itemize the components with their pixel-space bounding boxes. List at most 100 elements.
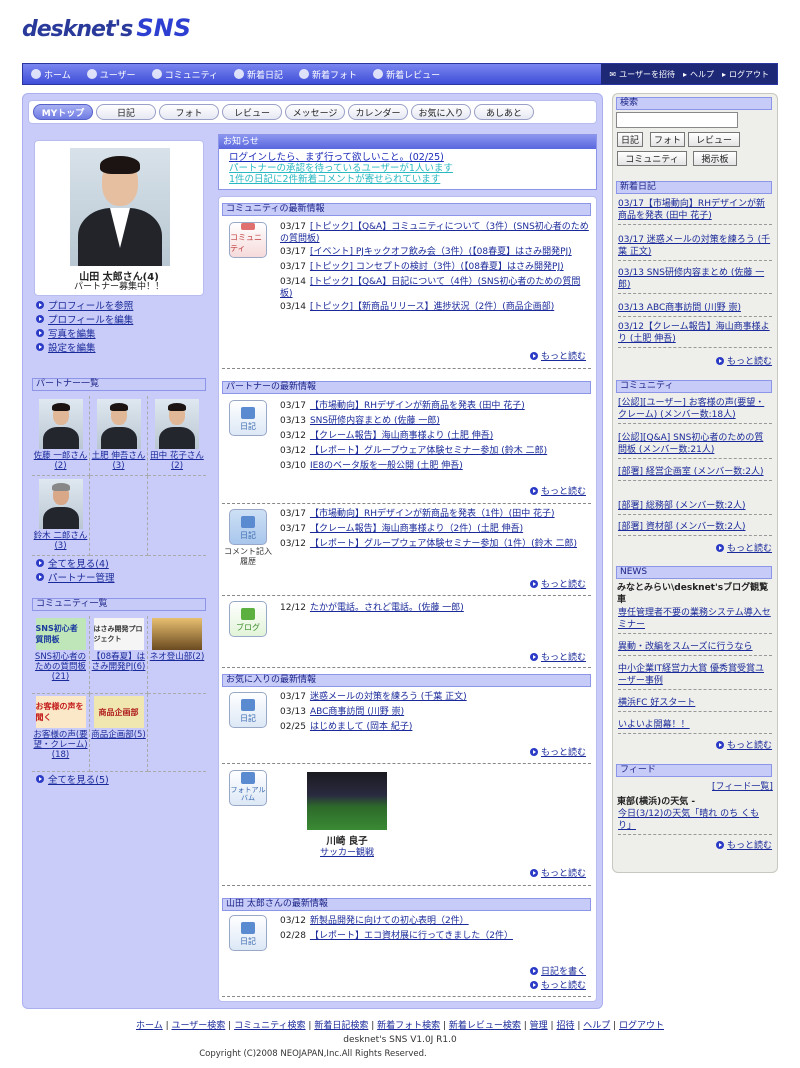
nav-logout[interactable]: ▸ ログアウト (718, 69, 773, 80)
list-item[interactable]: 02/25 はじめまして (岡本 紀子) (280, 720, 590, 735)
list-item[interactable]: 03/13 ABC商事訪問 (川野 崇) (280, 705, 590, 720)
tab-review[interactable]: レビュー (222, 104, 282, 120)
list-item[interactable]: 03/17 [トピック]【Q&A】コミュニティについて（3件）(SNS初心者のため… (280, 220, 590, 245)
list-item[interactable]: 03/12 【レポート】グループウェア体験セミナー参加（1件）(鈴木 二郎) (280, 537, 590, 552)
community-side-item[interactable]: [部署] 資材部 (メンバー数:2人) (618, 521, 772, 536)
search-diary-button[interactable]: 日記 (617, 132, 644, 147)
tab-message[interactable]: メッセージ (285, 104, 345, 120)
more-link[interactable]: もっと読む (716, 354, 772, 367)
list-item[interactable]: 03/17 迷惑メールの対策を練ろう (千葉 正文) (280, 690, 590, 705)
tab-my-top[interactable]: MYトップ (33, 104, 93, 120)
blog-section-icon[interactable]: ブログ (229, 601, 267, 637)
more-link[interactable]: もっと読む (530, 577, 586, 590)
footer-link[interactable]: 新着レビュー検索 (449, 1021, 521, 1031)
search-community-button[interactable]: コミュニティ (617, 151, 687, 166)
comment-history-icon[interactable]: 日記 (229, 509, 267, 545)
new-diary-item[interactable]: 03/17 迷惑メールの対策を練ろう (千葉 正文) (618, 234, 772, 261)
community-item[interactable]: はさみ開発プロジェクト 【08春夏】はさみ開発PJ(6) (90, 616, 148, 694)
list-item[interactable]: 03/12 【クレーム報告】海山商事様より (土肥 伸吾) (280, 429, 590, 444)
nav-help[interactable]: ▸ ヘルプ (679, 69, 718, 80)
list-item[interactable]: 03/17 【クレーム報告】海山商事様より（2件）(土肥 伸吾) (280, 522, 590, 537)
tab-diary[interactable]: 日記 (96, 104, 156, 120)
nav-users[interactable]: ユーザー (79, 68, 144, 81)
my-diary-icon[interactable]: 日記 (229, 915, 267, 951)
photo-album-icon[interactable]: フォトアルバム (229, 770, 267, 806)
more-link[interactable]: もっと読む (716, 541, 772, 554)
news-item[interactable]: いよいよ開幕！！ (618, 719, 772, 734)
community-side-item[interactable]: [公認][ユーザー] お客様の声(要望・クレーム) (メンバー数:18人) (618, 397, 772, 424)
community-item[interactable]: 商品企画部 商品企画部(5) (90, 694, 148, 772)
footer-link[interactable]: 招待 (556, 1021, 574, 1031)
more-link[interactable]: もっと読む (530, 650, 586, 663)
search-photo-button[interactable]: フォト (650, 132, 686, 147)
tab-photo[interactable]: フォト (159, 104, 219, 120)
feed-item[interactable]: 今日(3/12)の天気「晴れ のち くもり」 (618, 808, 772, 835)
search-board-button[interactable]: 掲示板 (693, 151, 737, 166)
diary-section-icon[interactable]: 日記 (229, 400, 267, 436)
community-section-icon[interactable]: コミュニティ (229, 222, 267, 258)
community-side-item[interactable]: [部署] 経営企画室 (メンバー数:2人) (618, 466, 772, 481)
tab-footprints[interactable]: あしあと (474, 104, 534, 120)
news-item[interactable]: 専任管理者不要の業務システム導入セミナー (618, 607, 772, 634)
new-diary-item[interactable]: 03/12【クレーム報告】海山商事様より (土肥 伸吾) (618, 321, 772, 348)
more-link[interactable]: もっと読む (530, 866, 586, 879)
more-link[interactable]: もっと読む (530, 745, 586, 758)
community-side-item[interactable]: [公認][Q&A] SNS初心者のための質問板 (メンバー数:21人) (618, 432, 772, 459)
notice-item[interactable]: パートナーの承認を待っているユーザーが1人います (219, 163, 596, 174)
news-item[interactable]: 横浜FC 好スタート (618, 697, 772, 712)
list-item[interactable]: 03/12 新製品開発に向けての初心表明（2件） (280, 914, 590, 929)
nav-new-review[interactable]: 新着レビュー (365, 68, 448, 81)
notice-item[interactable]: 1件の日記に2件新着コメントが寄せられています (219, 174, 596, 185)
list-item[interactable]: 03/14 [トピック]【Q&A】日記について（4件）(SNS初心者のための質問板… (280, 275, 590, 300)
new-diary-item[interactable]: 03/13 SNS研修内容まとめ (佐藤 一郎) (618, 267, 772, 294)
partner-item[interactable]: 鈴木 二郎さん(3) (32, 476, 90, 556)
link-all-communities[interactable]: 全てを見る(5) (36, 772, 109, 786)
write-diary-link[interactable]: 日記を書く (530, 964, 586, 977)
link-view-profile[interactable]: プロフィールを参照 (36, 298, 133, 312)
new-diary-item[interactable]: 03/13 ABC商事訪問 (川野 崇) (618, 302, 772, 317)
news-item[interactable]: 中小企業IT経営力大賞 優秀賞受賞ユーザー事例 (618, 663, 772, 690)
list-item[interactable]: 02/28 【レポート】エコ資材展に行ってきました（2件） (280, 929, 590, 944)
nav-new-photo[interactable]: 新着フォト (291, 68, 365, 81)
list-item[interactable]: 03/17 【市場動向】RHデザインが新商品を発表 (田中 花子) (280, 399, 590, 414)
footer-link[interactable]: ログアウト (619, 1021, 664, 1031)
news-item[interactable]: 異動・改編をスムーズに行うなら (618, 641, 772, 656)
footer-link[interactable]: 新着フォト検索 (377, 1021, 440, 1031)
community-item[interactable]: お客様の声を聞く お客様の声(要望・クレーム)(18) (32, 694, 90, 772)
list-item[interactable]: 12/12 たかが電話。されど電話。(佐藤 一郎) (280, 601, 590, 616)
community-side-item[interactable]: [部署] 総務部 (メンバー数:2人) (618, 500, 772, 515)
list-item[interactable]: 03/10 IE8のベータ版を一般公開 (土肥 伸吾) (280, 459, 590, 474)
link-edit-profile[interactable]: プロフィールを編集 (36, 312, 133, 326)
profile-photo[interactable] (70, 148, 170, 266)
photo-album-link[interactable]: サッカー観戦 (307, 845, 387, 858)
list-item[interactable]: 03/12 【レポート】グループウェア体験セミナー参加 (鈴木 二郎) (280, 444, 590, 459)
partner-item[interactable]: 土肥 伸吾さん(3) (90, 396, 148, 476)
search-review-button[interactable]: レビュー (688, 132, 740, 147)
more-link[interactable]: もっと読む (530, 978, 586, 991)
list-item[interactable]: 03/17 【市場動向】RHデザインが新商品を発表（1件）(田中 花子) (280, 507, 590, 522)
nav-invite[interactable]: ✉ ユーザーを招待 (605, 69, 679, 80)
list-item[interactable]: 03/17 [イベント] PJキックオフ飲み会（3件）(【08春夏】はさみ開発PJ… (280, 245, 590, 260)
more-link[interactable]: もっと読む (530, 349, 586, 362)
nav-home[interactable]: ホーム (23, 68, 79, 81)
list-item[interactable]: 03/13 SNS研修内容まとめ (佐藤 一郎) (280, 414, 590, 429)
footer-link[interactable]: ユーザー検索 (171, 1021, 225, 1031)
list-item[interactable]: 03/17 [トピック] コンセプトの検討（3件）(【08春夏】はさみ開発PJ) (280, 260, 590, 275)
nav-community[interactable]: コミュニティ (144, 68, 226, 81)
link-all-partners[interactable]: 全てを見る(4) (36, 556, 115, 570)
link-edit-photo[interactable]: 写真を編集 (36, 326, 133, 340)
list-item[interactable]: 03/14 [トピック]【新商品リリース】進捗状況（2件）(商品企画部) (280, 300, 590, 315)
footer-link[interactable]: ヘルプ (583, 1021, 610, 1031)
feed-list-link[interactable]: [フィード一覧] (712, 779, 773, 792)
tab-favorites[interactable]: お気に入り (411, 104, 471, 120)
footer-link[interactable]: 管理 (530, 1021, 548, 1031)
favorite-section-icon[interactable]: 日記 (229, 692, 267, 728)
photo-thumbnail[interactable] (307, 772, 387, 830)
footer-link[interactable]: 新着日記検索 (314, 1021, 368, 1031)
new-diary-item[interactable]: 03/17【市場動向】RHデザインが新商品を発表 (田中 花子) (618, 198, 772, 225)
notice-item[interactable]: ログインしたら、まず行って欲しいこと。(02/25) (219, 152, 596, 163)
community-item[interactable]: ネオ登山部(2) (148, 616, 206, 694)
nav-new-diary[interactable]: 新着日記 (226, 68, 291, 81)
partner-item[interactable]: 佐藤 一郎さん(2) (32, 396, 90, 476)
more-link[interactable]: もっと読む (530, 484, 586, 497)
